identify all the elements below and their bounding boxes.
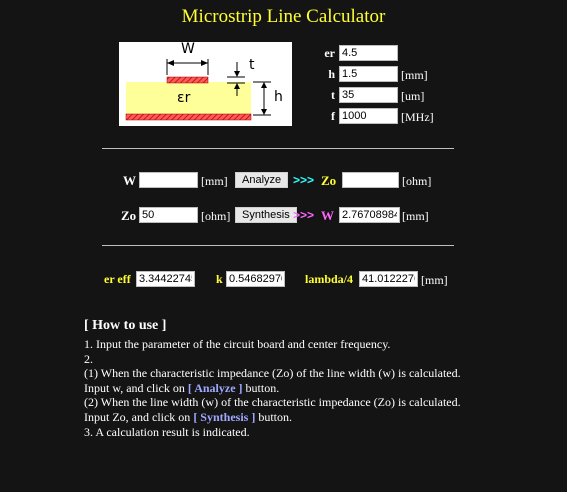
page-title: Microstrip Line Calculator [181,6,386,27]
diagram-er-label: εr [177,90,191,106]
k-output[interactable] [226,271,285,287]
diagram-h-label: h [274,89,283,105]
synthesis-w-unit: [mm] [402,209,429,223]
howto-step-2-1: (1) When the characteristic impedance (Z… [84,366,461,381]
f-input[interactable] [339,108,398,124]
howto-step-3: 3. A calculation result is indicated. [84,424,250,439]
t-input[interactable] [339,87,398,103]
lambda-label: lambda/4 [305,272,354,286]
analyze-zo-label: Zo [321,173,337,188]
h-unit: [mm] [401,68,428,82]
synthesis-row: Zo [ohm] Synthesis >>> W [mm] [0,207,567,225]
howto-step-2: 2. [84,351,93,366]
howto-step-1: 1. Input the parameter of the circuit bo… [84,337,391,351]
howto-step-2-2-instruction: Input Zo, and click on [ Synthesis ] but… [84,410,504,425]
divider-bottom [102,245,454,246]
how-to-use-section: [ How to use ] 1. Input the parameter of… [84,318,504,439]
f-unit: [MHz] [401,110,434,124]
analyze-w-unit: [mm] [201,174,228,188]
h-input[interactable] [339,66,398,82]
howto-text: Input Zo, and click on [84,409,194,424]
zo-input[interactable] [139,207,198,223]
zo-output[interactable] [342,172,399,188]
synthesis-keyword: [ Synthesis ] [193,409,256,424]
howto-text: button. [255,409,292,424]
k-label: k [216,272,223,286]
lambda-output[interactable] [359,271,418,287]
howto-text: button. [242,380,280,395]
width-output[interactable] [339,207,400,223]
diagram-w-label: W [181,41,195,57]
h-label: h [328,67,335,81]
synthesis-zo-unit: [ohm] [201,209,231,223]
analyze-button[interactable]: Analyze [235,172,289,188]
howto-step-2-1-instruction: Input w, and click on [ Analyze ] button… [84,381,504,396]
synthesis-button[interactable]: Synthesis [235,207,297,223]
results-row: er eff k lambda/4 [mm] [0,271,567,289]
width-input[interactable] [139,172,198,188]
t-unit: [um] [401,89,425,103]
diagram-t-label: t [249,57,255,73]
ereff-output[interactable] [136,271,195,287]
f-label: f [331,109,335,123]
synthesis-zo-label: Zo [121,208,137,223]
analyze-w-label: W [123,173,136,188]
analyze-keyword: [ Analyze ] [187,380,243,395]
howto-text: Input w, and click on [84,380,188,395]
microstrip-cross-section-icon [125,59,271,121]
microstrip-diagram: W t h εr [119,41,292,126]
analyze-zo-unit: [ohm] [402,174,432,188]
analyze-row: W [mm] Analyze >>> Zo [ohm] [0,172,567,190]
er-input[interactable] [339,45,398,61]
synthesis-arrow: >>> [293,208,315,222]
t-label: t [331,88,335,102]
er-label: er [324,46,335,60]
how-to-heading: [ How to use ] [84,318,167,333]
lambda-unit: [mm] [421,273,448,287]
analyze-arrow: >>> [293,173,315,187]
howto-step-2-2: (2) When the line width (w) of the chara… [84,395,461,410]
ereff-label: er eff [104,272,131,286]
synthesis-w-label: W [321,208,334,223]
divider-top [102,148,454,149]
